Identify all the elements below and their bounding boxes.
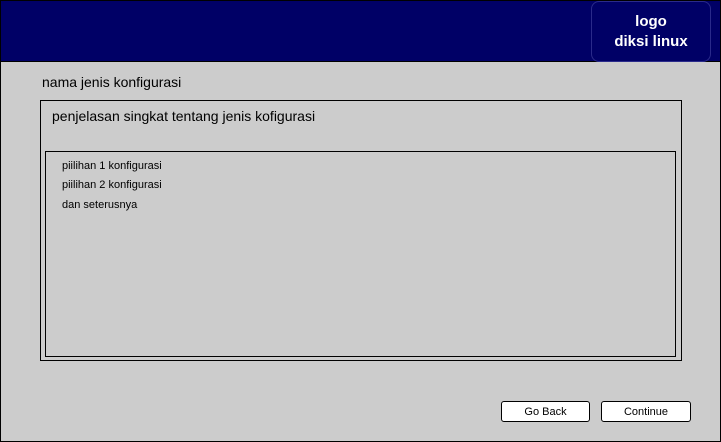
header-bar: logo diksi linux [1,1,720,62]
config-description: penjelasan singkat tentang jenis kofigur… [52,108,316,124]
list-item[interactable]: piilihan 1 konfigurasi [62,160,162,172]
continue-button[interactable]: Continue [601,401,691,422]
list-item[interactable]: dan seterusnya [62,199,137,211]
logo-line-1: logo [635,12,667,30]
options-list[interactable]: piilihan 1 konfigurasi piilihan 2 konfig… [45,151,676,357]
go-back-button[interactable]: Go Back [501,401,590,422]
installer-window: logo diksi linux nama jenis konfigurasi … [0,0,721,442]
config-type-title: nama jenis konfigurasi [42,74,182,90]
logo: logo diksi linux [591,1,711,62]
list-item[interactable]: piilihan 2 konfigurasi [62,179,162,191]
logo-line-2: diksi linux [614,32,688,50]
